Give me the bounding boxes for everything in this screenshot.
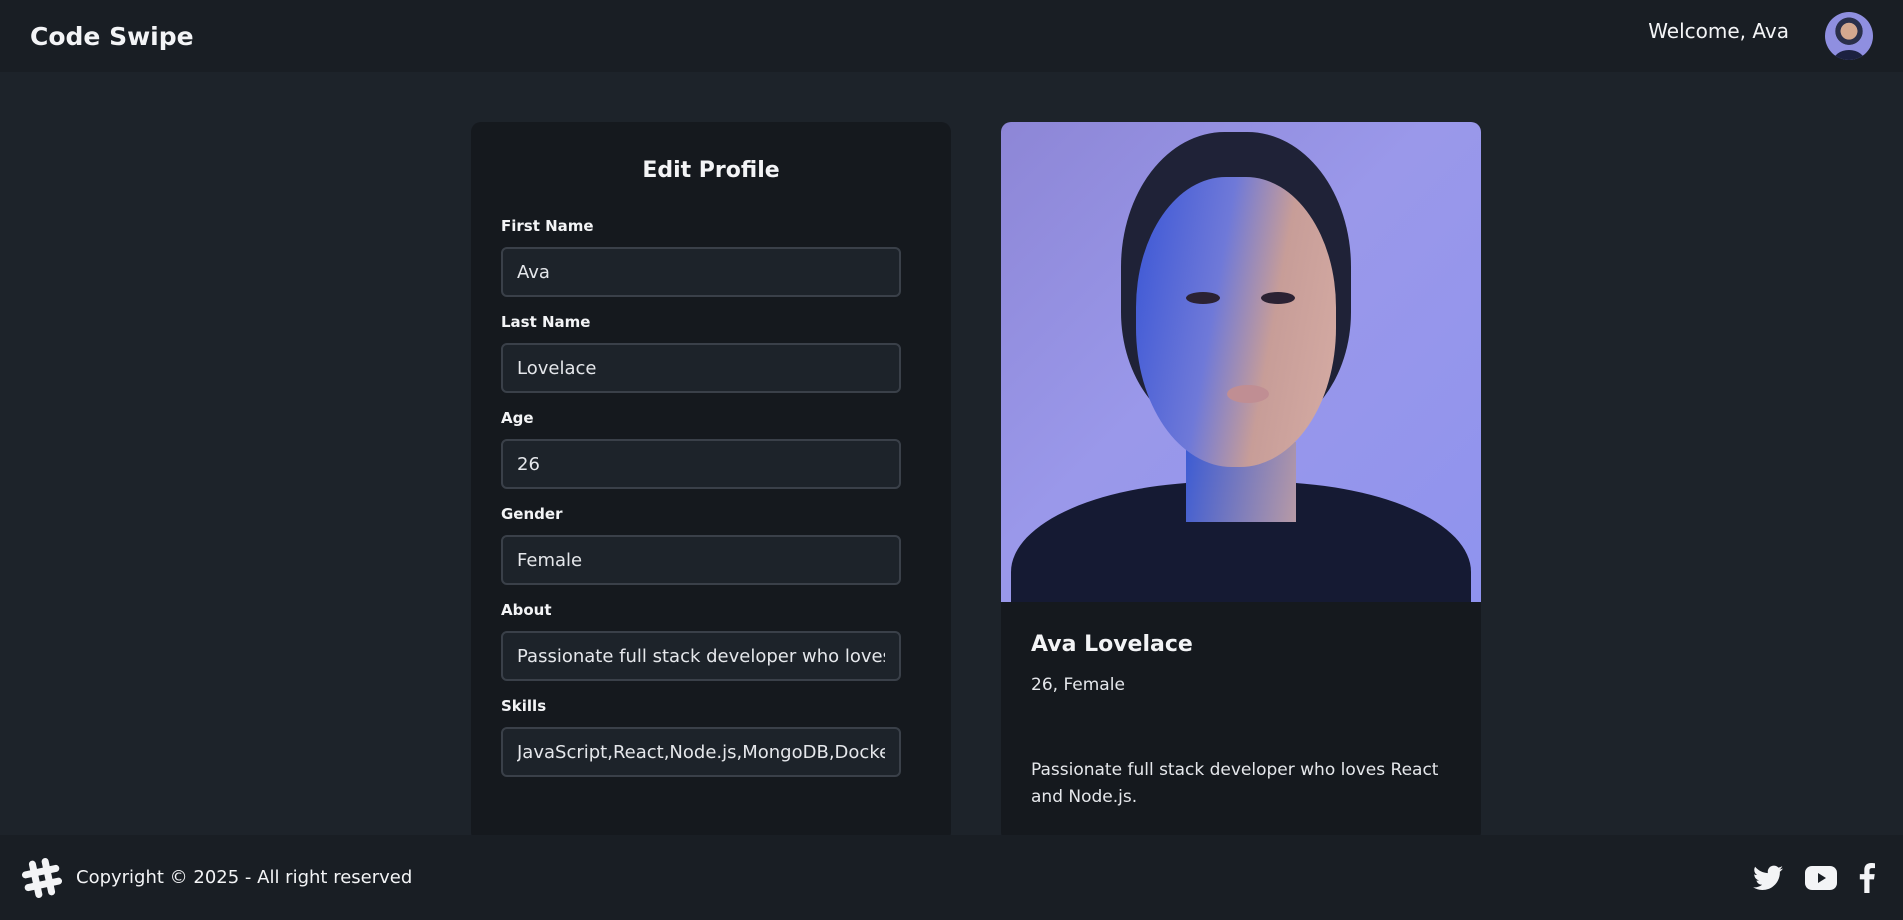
footer-left: Copyright © 2025 - All right reserved: [20, 856, 412, 900]
hashtag-icon: [20, 856, 64, 900]
profile-photo: [1001, 122, 1481, 602]
social-links: [1753, 862, 1875, 893]
skills-label: Skills: [501, 697, 547, 715]
gender-field: Gender: [501, 505, 921, 585]
first-name-label: First Name: [501, 217, 594, 235]
edit-profile-card: Edit Profile First Name Last Name Age Ge…: [471, 122, 951, 842]
age-input[interactable]: [501, 439, 901, 489]
profile-preview-card: Ava Lovelace 26, Female Passionate full …: [1001, 122, 1481, 842]
footer: Copyright © 2025 - All right reserved: [0, 835, 1903, 920]
skills-field: Skills: [501, 697, 921, 777]
copyright-text: Copyright © 2025 - All right reserved: [76, 867, 413, 888]
welcome-text: Welcome, Ava: [1648, 19, 1789, 43]
first-name-input[interactable]: [501, 247, 901, 297]
profile-age-gender: 26, Female: [1031, 675, 1125, 695]
age-label: Age: [501, 409, 534, 427]
last-name-input[interactable]: [501, 343, 901, 393]
youtube-icon[interactable]: [1805, 865, 1837, 890]
navbar: Code Swipe Welcome, Ava: [0, 0, 1903, 72]
about-label: About: [501, 601, 552, 619]
nav-right: Welcome, Ava: [1648, 2, 1873, 60]
profile-info: Ava Lovelace 26, Female Passionate full …: [1001, 602, 1481, 841]
last-name-field: Last Name: [501, 313, 921, 393]
twitter-icon[interactable]: [1753, 865, 1783, 891]
about-input[interactable]: [501, 631, 901, 681]
facebook-icon[interactable]: [1859, 862, 1875, 893]
about-field: About: [501, 601, 921, 681]
gender-label: Gender: [501, 505, 563, 523]
profile-name: Ava Lovelace: [1031, 632, 1193, 657]
first-name-field: First Name: [501, 217, 921, 297]
brand-logo[interactable]: Code Swipe: [30, 22, 194, 51]
edit-profile-title: Edit Profile: [642, 158, 780, 183]
user-avatar[interactable]: [1825, 12, 1873, 60]
age-field: Age: [501, 409, 921, 489]
profile-about: Passionate full stack developer who love…: [1031, 760, 1439, 807]
last-name-label: Last Name: [501, 313, 591, 331]
gender-input[interactable]: [501, 535, 901, 585]
skills-input[interactable]: [501, 727, 901, 777]
